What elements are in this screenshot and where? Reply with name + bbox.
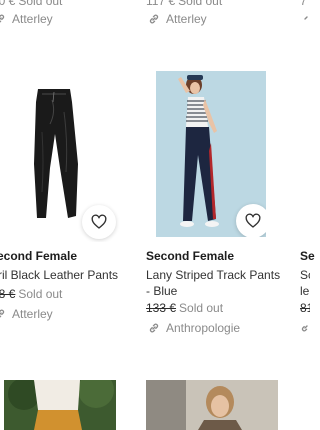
product-name[interactable]: ril Black Leather Pants [0, 267, 118, 283]
store-link[interactable]: Anthropologie [148, 321, 240, 335]
product-price: 10 €Sold out [0, 0, 63, 8]
sold-out-label: Sold out [18, 287, 63, 301]
store-name: Atterley [12, 307, 53, 321]
link-icon [148, 322, 160, 334]
product-name-line: Sc [300, 268, 310, 282]
product-name[interactable]: Sc le [300, 267, 310, 299]
brand-name: econd Female [0, 249, 78, 263]
heart-outline-icon [91, 214, 107, 229]
product-price: 117 € Sold out [146, 0, 223, 8]
product-name-line: - Blue [146, 284, 178, 298]
favorite-button[interactable] [82, 205, 116, 239]
link-icon [0, 308, 6, 320]
product-price: 81 [300, 301, 310, 315]
product-name-line: le [300, 284, 310, 298]
product-name-line: Lany Striped Track Pants [146, 268, 281, 282]
product-image[interactable] [4, 380, 116, 430]
link-icon [0, 13, 6, 25]
brand-name: Se [300, 249, 315, 263]
store-link[interactable]: Atterley [0, 307, 53, 321]
link-icon [148, 13, 160, 25]
product-price: 133 € Sold out [146, 301, 223, 315]
store-link[interactable]: Atterley [148, 12, 207, 26]
product-price: 98 €Sold out [0, 287, 62, 301]
store-name: Anthropologie [166, 321, 241, 335]
original-price: 81 [300, 301, 310, 315]
store-link[interactable] [300, 12, 318, 24]
product-image[interactable] [0, 72, 122, 242]
original-price: 98 € [0, 287, 16, 301]
store-link[interactable] [300, 321, 310, 333]
link-icon [300, 321, 310, 333]
product-price: 7 [300, 0, 307, 8]
link-icon [300, 12, 312, 24]
product-name[interactable]: Lany Striped Track Pants - Blue [146, 267, 286, 299]
store-link[interactable]: Atterley [0, 12, 53, 26]
product-image[interactable] [156, 71, 266, 237]
store-name: Atterley [12, 12, 53, 26]
heart-outline-icon [245, 213, 261, 228]
favorite-button[interactable] [236, 204, 266, 237]
brand-name: Second Female [146, 249, 235, 263]
product-image[interactable] [146, 380, 278, 430]
sold-out-label: Sold out [179, 301, 224, 315]
original-price: 133 € [146, 301, 177, 315]
store-name: Atterley [166, 12, 207, 26]
product-row-top: 10 €Sold out Atterley 117 €Sold out Atte… [0, 0, 310, 40]
